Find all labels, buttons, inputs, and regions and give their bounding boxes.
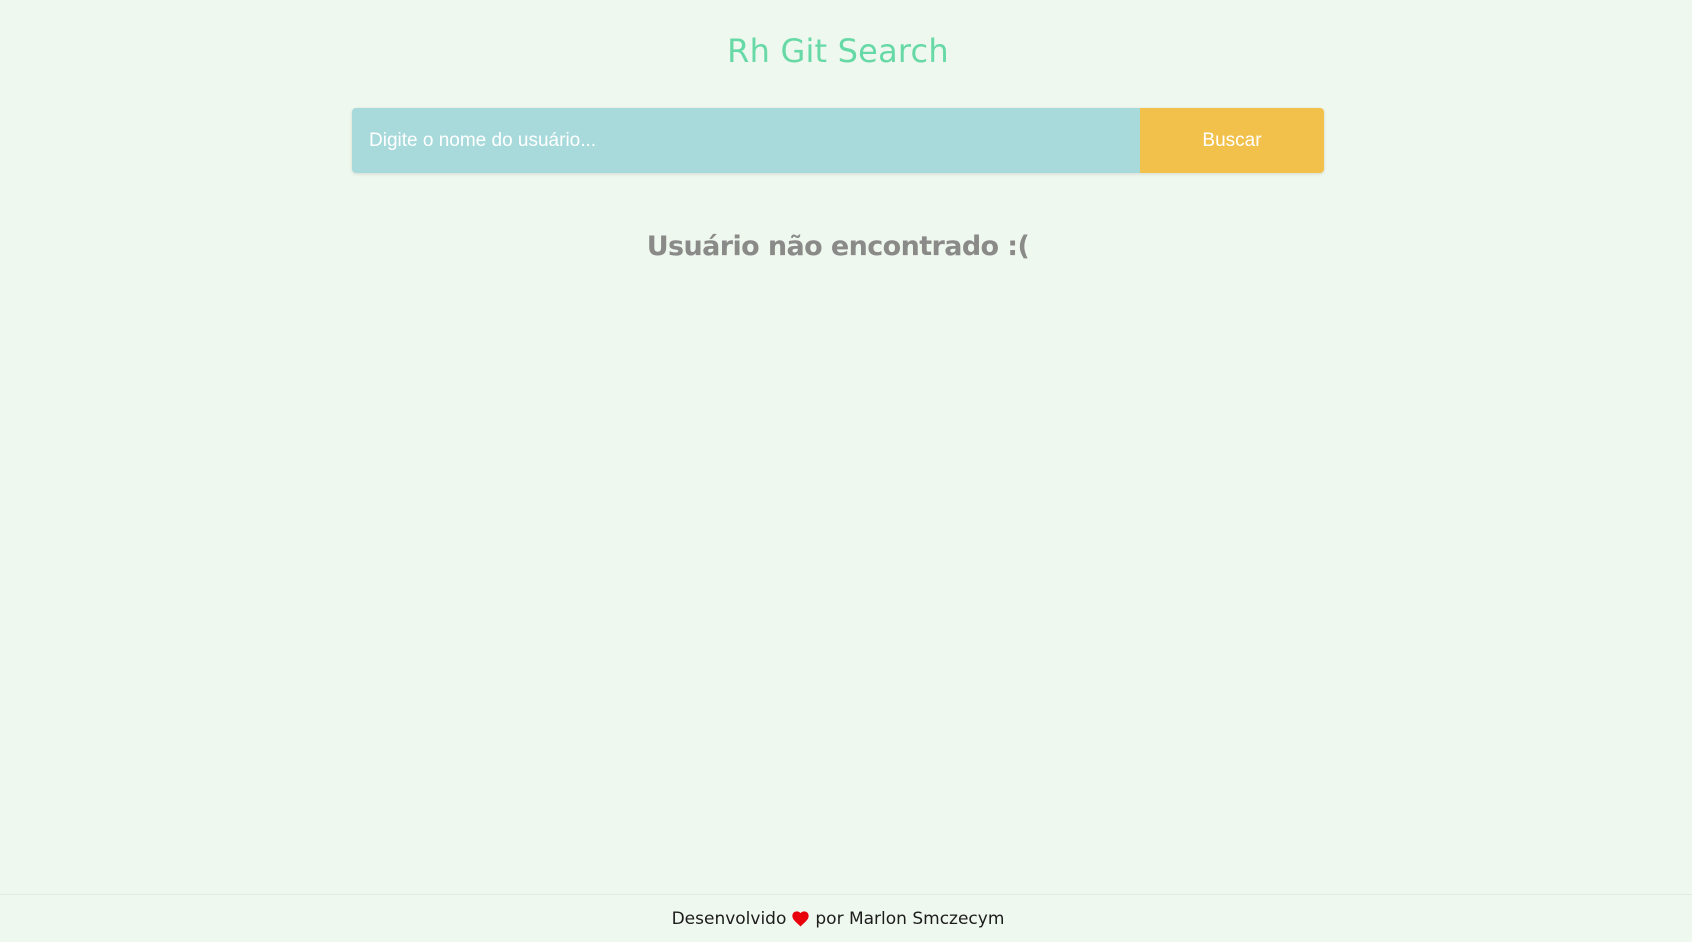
- search-button[interactable]: Buscar: [1140, 108, 1324, 173]
- footer-author-text: por Marlon Smczecym: [815, 908, 1005, 929]
- heart-icon: [792, 910, 810, 927]
- page: Rh Git Search Buscar Usuário não encontr…: [0, 0, 1692, 942]
- footer-prefix-text: Desenvolvido: [671, 908, 787, 929]
- app-title: Rh Git Search: [727, 32, 949, 70]
- search-bar: Buscar: [352, 108, 1324, 173]
- search-input[interactable]: [352, 108, 1140, 173]
- user-not-found-message: Usuário não encontrado :(: [646, 231, 1030, 262]
- footer: Desenvolvido por Marlon Smczecym: [0, 894, 1692, 942]
